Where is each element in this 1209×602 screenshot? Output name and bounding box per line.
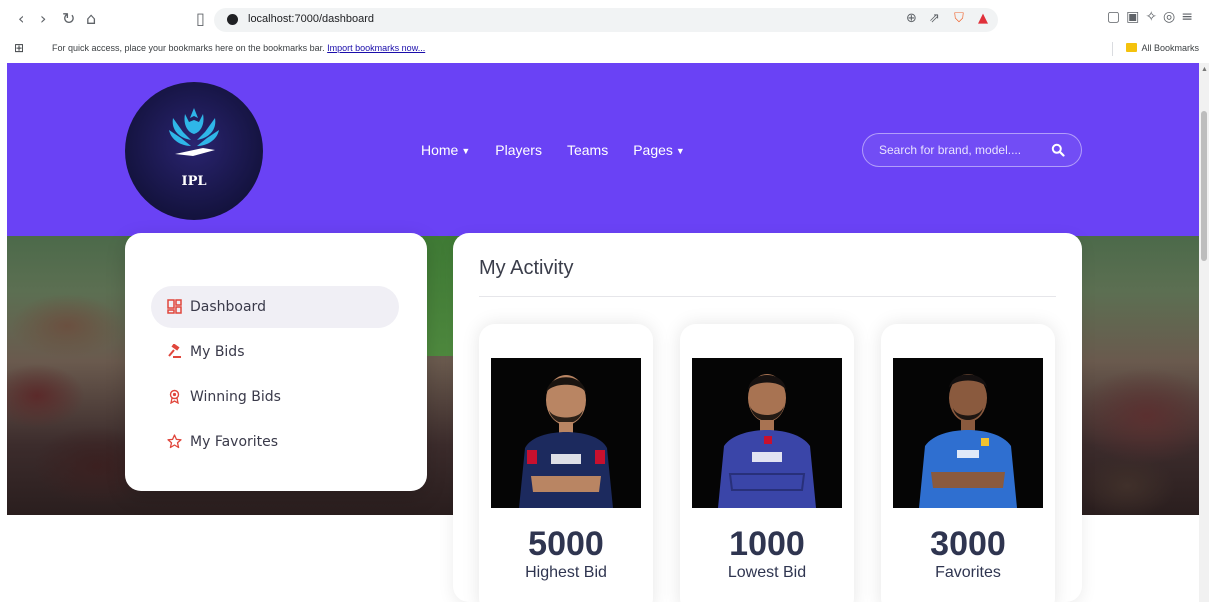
site-header: IPL Home ▼ Players Teams Pages ▼ (7, 63, 1199, 236)
leo-ai-icon[interactable]: ✧ (1145, 9, 1163, 25)
stat-card-favorites[interactable]: 3000 Favorites (881, 324, 1055, 602)
logo-text: IPL (181, 174, 207, 189)
browser-toolbar: ‹ › ↻ ⌂ ▯ localhost:7000/dashboard ⊕ ⇗ ⛉… (0, 0, 1209, 38)
activity-panel: My Activity 5000 Highest Bid 1000 Lowest… (453, 233, 1082, 602)
vpn-icon[interactable]: ◎ (1163, 9, 1181, 25)
scroll-up-icon[interactable]: ▲ (1201, 66, 1208, 73)
browser-actions: ▢▣✧◎≡ (1107, 9, 1199, 25)
award-icon (169, 389, 180, 404)
page-scrollbar[interactable]: ▲ (1199, 63, 1209, 602)
address-bar[interactable]: localhost:7000/dashboard ⊕ ⇗ ⛉ ▲ (214, 8, 998, 32)
bookmark-icon[interactable]: ▯ (196, 9, 205, 28)
nav-teams-label: Teams (566, 142, 609, 158)
nav-home-label: Home (421, 142, 459, 158)
gavel-icon (168, 344, 181, 358)
divider (1112, 42, 1113, 56)
sidebar-item-my-favorites[interactable]: My Favorites (151, 421, 399, 463)
apps-icon[interactable]: ⊞ (14, 41, 24, 55)
player-photo-image (893, 358, 1043, 508)
share-icon[interactable]: ⇗ (929, 11, 940, 26)
sidebar-item-label: Winning Bids (190, 389, 281, 405)
stat-value: 5000 (528, 525, 604, 563)
sidebar-item-label: Dashboard (190, 299, 266, 315)
menu-icon[interactable]: ≡ (1181, 9, 1199, 25)
page-viewport: IPL Home ▼ Players Teams Pages ▼ Search … (7, 63, 1199, 602)
dashboard-icon (167, 299, 182, 314)
stat-caption: Lowest Bid (727, 564, 807, 581)
sidebar-item-winning-bids[interactable]: Winning Bids (151, 376, 399, 418)
account-sidebar: Dashboard My Bids Winning Bids My Favori… (125, 233, 427, 491)
player-photo (893, 358, 1043, 508)
bookmarks-bar: ⊞ For quick access, place your bookmarks… (0, 38, 1209, 60)
nav-pages[interactable]: Pages ▼ (633, 142, 685, 158)
star-icon (167, 434, 182, 449)
divider (479, 296, 1056, 297)
forward-icon[interactable]: › (40, 9, 46, 28)
sidebar-item-my-bids[interactable]: My Bids (151, 331, 399, 373)
folder-icon (1126, 43, 1138, 52)
scrollbar-thumb[interactable] (1201, 111, 1207, 261)
main-nav: Home ▼ Players Teams Pages ▼ (421, 142, 710, 158)
ipl-logo[interactable]: IPL (125, 82, 263, 220)
import-bookmarks-link[interactable]: Import bookmarks now... (327, 43, 425, 53)
player-photo (491, 358, 641, 508)
back-icon[interactable]: ‹ (18, 9, 24, 28)
brave-shield-icon[interactable]: ⛉ (954, 11, 964, 26)
player-photo-image (491, 358, 641, 508)
stat-value: 3000 (930, 525, 1006, 563)
trophy-icon (169, 108, 219, 156)
search-box (862, 133, 1082, 167)
sidebar-item-label: My Bids (190, 344, 245, 360)
address-actions: ⊕ ⇗ ⛉ ▲ (906, 11, 988, 26)
zoom-icon[interactable]: ⊕ (906, 11, 917, 26)
nav-pages-label: Pages (633, 142, 673, 158)
all-bookmarks-button[interactable]: All Bookmarks (1126, 43, 1199, 53)
nav-home[interactable]: Home ▼ (421, 142, 470, 158)
wallet-icon[interactable]: ▣ (1126, 9, 1145, 25)
search-icon[interactable] (1051, 143, 1065, 157)
reload-icon[interactable]: ↻ (62, 9, 75, 28)
bookmarks-hint-text: For quick access, place your bookmarks h… (52, 43, 325, 53)
player-photo (692, 358, 842, 508)
sidebar-toggle-icon[interactable]: ▢ (1107, 9, 1126, 25)
brave-rewards-icon[interactable]: ▲ (978, 11, 988, 26)
player-photo-image (692, 358, 842, 508)
stat-card-highest-bid[interactable]: 5000 Highest Bid (479, 324, 653, 602)
caret-down-icon: ▼ (461, 146, 471, 156)
home-icon[interactable]: ⌂ (86, 9, 96, 28)
nav-teams[interactable]: Teams (567, 142, 608, 158)
activity-title: My Activity (479, 257, 574, 279)
caret-down-icon: ▼ (675, 146, 685, 156)
site-info-icon[interactable] (227, 14, 238, 25)
sidebar-item-dashboard[interactable]: Dashboard (151, 286, 399, 328)
sidebar-item-label: My Favorites (190, 434, 279, 450)
url-text: localhost:7000/dashboard (248, 13, 374, 25)
search-input[interactable] (879, 142, 1039, 158)
stat-caption: Favorites (935, 564, 1001, 581)
stat-caption: Highest Bid (525, 564, 607, 581)
nav-players-label: Players (495, 142, 542, 158)
stat-card-lowest-bid[interactable]: 1000 Lowest Bid (680, 324, 854, 602)
stat-value: 1000 (729, 525, 805, 563)
all-bookmarks-label: All Bookmarks (1141, 43, 1199, 53)
bookmarks-message: For quick access, place your bookmarks h… (52, 43, 425, 53)
nav-players[interactable]: Players (495, 142, 542, 158)
